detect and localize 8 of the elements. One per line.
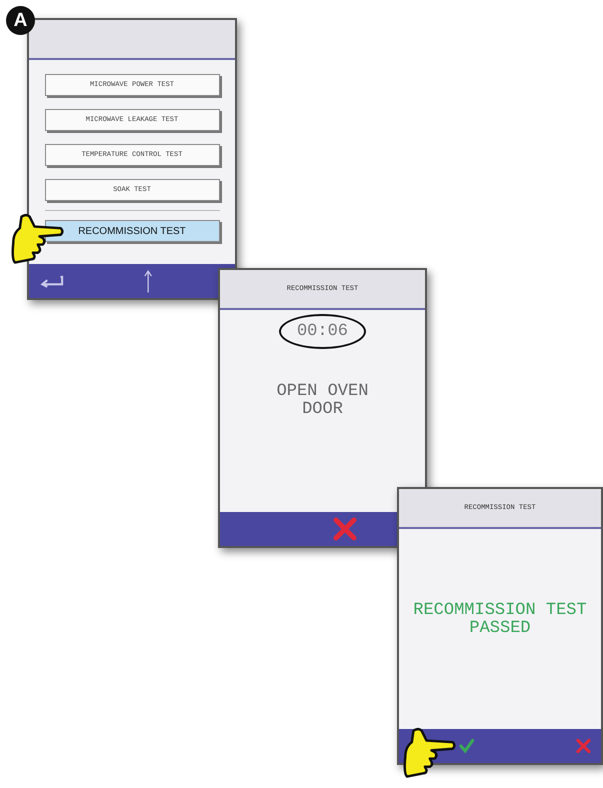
menu-button[interactable]: RECOMMISSION TEST [44,220,220,242]
up-arrow-icon[interactable] [144,267,152,295]
countdown-timer: 00:06 [278,314,366,349]
close-icon[interactable] [333,517,357,541]
step-badge: A [6,6,35,35]
result-message: RECOMMISSION TEST PASSED [412,602,588,638]
instruction-message: OPEN OVEN DOOR [276,383,370,419]
back-arrow-icon[interactable] [39,273,64,289]
